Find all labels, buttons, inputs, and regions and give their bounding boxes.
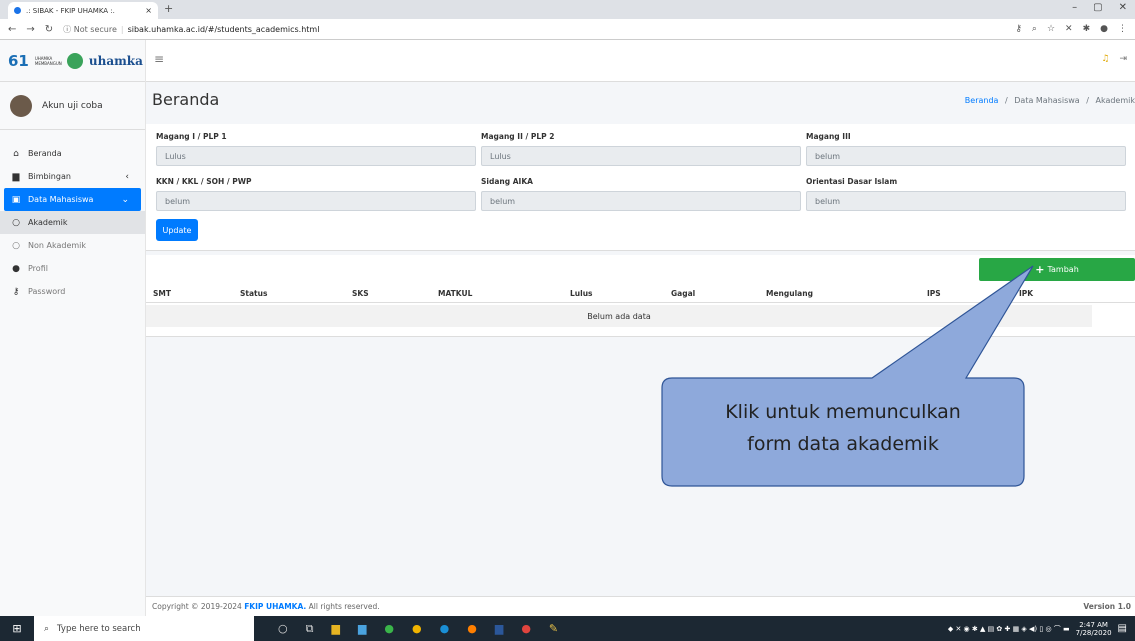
- taskbar-apps: ○ ⧉ ▆ ▆ ● ● ● ● ▆ ● ✎: [278, 622, 558, 636]
- taskbar-search[interactable]: ⌕ Type here to search: [34, 616, 254, 641]
- explorer-icon[interactable]: ▆: [331, 622, 339, 636]
- store-icon[interactable]: ▆: [358, 622, 366, 636]
- cortana-icon[interactable]: ○: [278, 622, 288, 636]
- windows-taskbar: ⊞ ⌕ Type here to search ○ ⧉ ▆ ▆ ● ● ● ● …: [0, 616, 1135, 641]
- notification-center-icon[interactable]: ▤: [1118, 623, 1127, 634]
- chrome-active-icon[interactable]: ●: [521, 622, 531, 636]
- tray-icons[interactable]: ◆ ✕ ◉ ✱ ▲ ▤ ✿ ✚ ▦ ◈ ◀) ▯ ◎ ⌒ ▬: [948, 624, 1070, 634]
- browser-icon[interactable]: ●: [440, 622, 450, 636]
- windows-start-icon[interactable]: ⊞: [0, 622, 34, 635]
- word-icon[interactable]: ▆: [495, 622, 503, 636]
- app-icon[interactable]: ✎: [549, 622, 558, 636]
- callout-shape: [661, 265, 1034, 487]
- chrome-icon[interactable]: ●: [412, 622, 422, 636]
- task-view-icon[interactable]: ⧉: [306, 622, 314, 636]
- system-tray: ◆ ✕ ◉ ✱ ▲ ▤ ✿ ✚ ▦ ◈ ◀) ▯ ◎ ⌒ ▬ 2:47 AM 7…: [948, 621, 1135, 637]
- firefox-icon[interactable]: ●: [467, 622, 477, 636]
- search-icon: ⌕: [44, 623, 50, 634]
- callout-text: Klik untuk memunculkan form data akademi…: [725, 401, 961, 455]
- clock[interactable]: 2:47 AM 7/28/2020: [1076, 621, 1112, 637]
- edge-icon[interactable]: ●: [384, 622, 394, 636]
